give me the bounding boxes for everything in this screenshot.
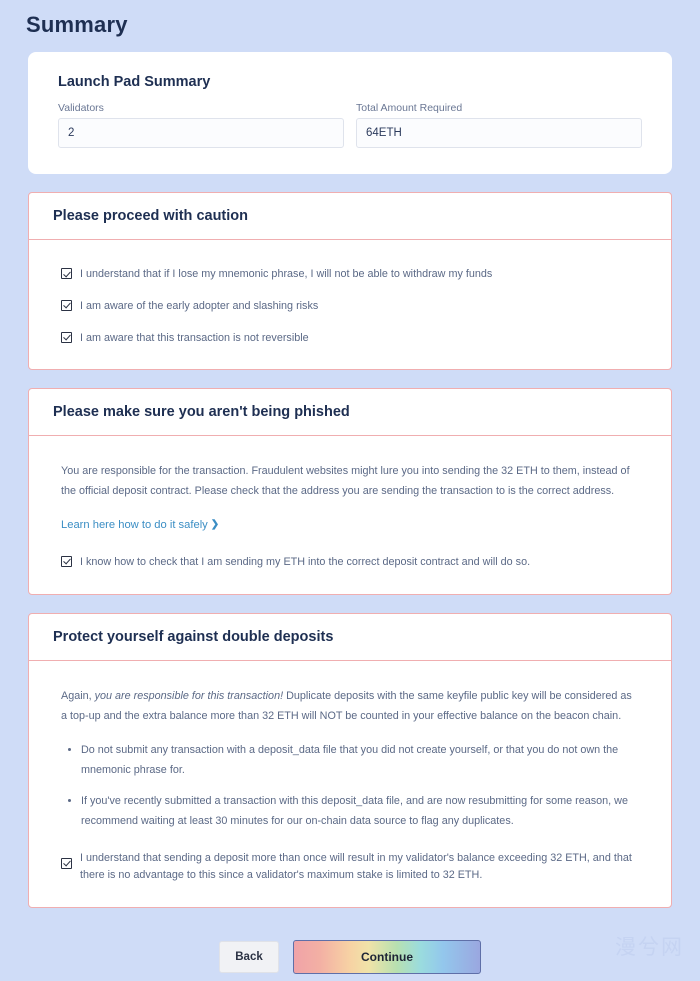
total-amount-input[interactable] <box>356 118 642 148</box>
caution-check-label-2: I am aware of the early adopter and slas… <box>80 299 319 312</box>
watermark: 漫兮网 <box>615 935 684 959</box>
learn-safely-link[interactable]: Learn here how to do it safely ❯ <box>61 516 219 536</box>
summary-heading: Launch Pad Summary <box>58 74 211 90</box>
caution-check-label-1: I understand that if I lose my mnemonic … <box>80 268 493 280</box>
caution-check-label-3: I am aware that this transaction is not … <box>80 331 309 344</box>
learn-safely-link-text: Learn here how to do it safely <box>61 519 208 532</box>
continue-button[interactable]: Continue <box>293 940 481 975</box>
total-amount-field: Total Amount Required <box>356 102 642 148</box>
caution-check-row-1[interactable]: I understand that if I lose my mnemonic … <box>61 266 639 284</box>
phishing-card: Please make sure you aren't being phishe… <box>28 388 672 595</box>
list-item: If you've recently submitted a transacti… <box>81 792 639 832</box>
caution-card: Please proceed with caution I understand… <box>28 192 672 371</box>
caution-body: I understand that if I lose my mnemonic … <box>29 240 671 369</box>
phishing-body: You are responsible for the transaction.… <box>29 436 671 593</box>
chevron-right-icon: ❯ <box>210 519 220 531</box>
paragraph-emphasis: you are responsible for this transaction… <box>94 689 284 702</box>
double-deposits-check-row[interactable]: I understand that sending a deposit more… <box>61 850 639 886</box>
page-title: Summary <box>26 12 128 37</box>
validators-field: Validators <box>58 102 344 148</box>
phishing-header: Please make sure you aren't being phishe… <box>29 389 671 437</box>
validators-input[interactable] <box>58 118 344 148</box>
checkbox-checked-icon[interactable] <box>61 299 72 311</box>
phishing-paragraph: You are responsible for the transaction.… <box>61 465 630 498</box>
double-deposits-paragraph: Again, you are responsible for this tran… <box>61 687 639 727</box>
back-button[interactable]: Back <box>219 941 279 974</box>
checkbox-checked-icon[interactable] <box>61 555 72 567</box>
validators-label: Validators <box>58 102 104 114</box>
double-deposits-body: Again, you are responsible for this tran… <box>29 661 671 907</box>
summary-fields-row: Validators Total Amount Required <box>58 102 642 148</box>
caution-check-row-3[interactable]: I am aware that this transaction is not … <box>61 330 639 348</box>
checkbox-checked-icon[interactable] <box>61 268 72 279</box>
double-deposits-check-label: I understand that sending a deposit more… <box>80 851 632 882</box>
checkbox-checked-icon[interactable] <box>61 331 72 343</box>
double-deposits-card: Protect yourself against double deposits… <box>28 612 672 909</box>
launch-pad-summary-card: Launch Pad Summary Validators Total Amou… <box>28 52 672 174</box>
caution-check-row-2[interactable]: I am aware of the early adopter and slas… <box>61 298 639 316</box>
phishing-check-label: I know how to check that I am sending my… <box>80 555 531 568</box>
double-deposits-bullet-list: Do not submit any transaction with a dep… <box>61 741 639 832</box>
list-item: Do not submit any transaction with a dep… <box>81 741 639 781</box>
footer-actions: Back Continue <box>0 940 700 975</box>
double-deposits-header: Protect yourself against double deposits <box>29 614 671 661</box>
checkbox-checked-icon[interactable] <box>61 857 72 869</box>
total-amount-label: Total Amount Required <box>356 102 463 114</box>
paragraph-lead: Again, <box>61 689 95 702</box>
phishing-check-row[interactable]: I know how to check that I am sending my… <box>61 554 639 572</box>
caution-header: Please proceed with caution <box>29 193 671 240</box>
